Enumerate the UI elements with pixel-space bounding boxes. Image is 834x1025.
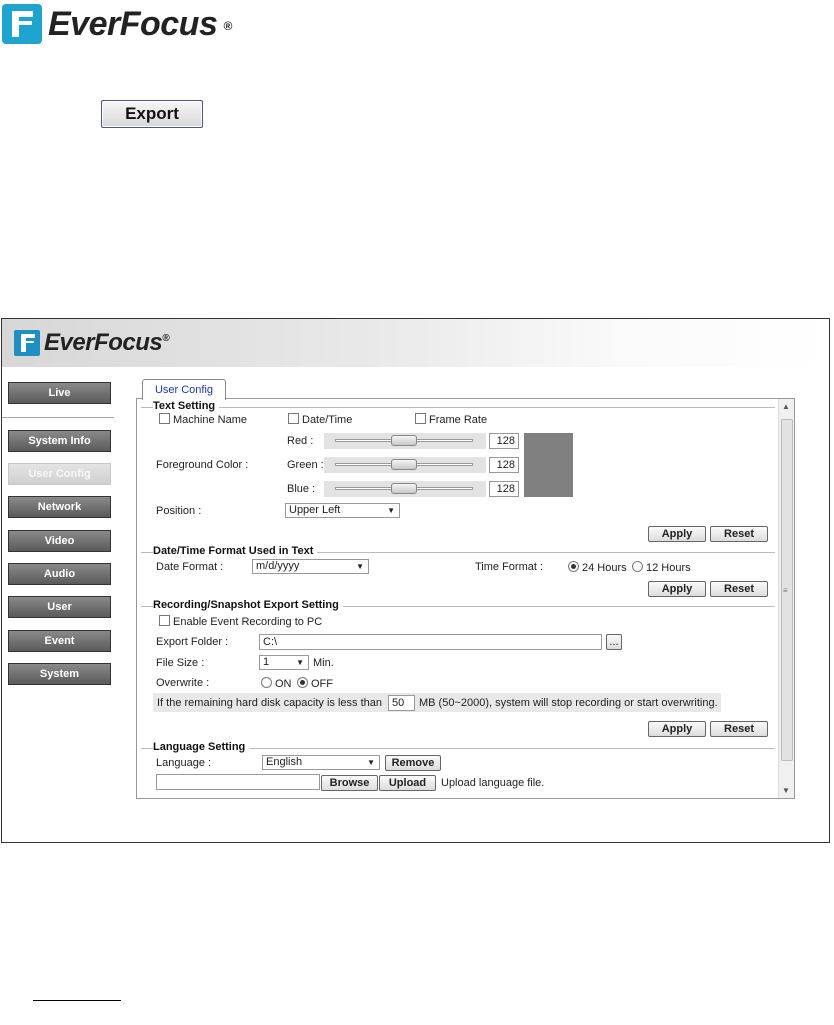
machine-name-option[interactable]: Machine Name xyxy=(159,413,247,426)
language-label: Language : xyxy=(156,757,212,769)
time-format-label: Time Format : xyxy=(475,561,544,573)
sidebar-divider xyxy=(2,417,114,418)
settings-panel: ▲ ≡ ▼ Text Setting Machine Name Date/Tim… xyxy=(136,398,795,799)
sidebar-item-user[interactable]: User xyxy=(8,596,111,618)
brand-registered-mark: ® xyxy=(223,19,232,33)
vertical-scrollbar[interactable]: ▲ ≡ ▼ xyxy=(778,399,794,798)
overwrite-on-radio[interactable] xyxy=(261,677,272,688)
frame-rate-checkbox[interactable] xyxy=(415,413,426,424)
language-upload-button[interactable]: Upload xyxy=(379,775,436,791)
window-header: EverFocus® xyxy=(2,319,829,367)
red-value-input[interactable]: 128 xyxy=(489,433,519,449)
text-setting-apply-button[interactable]: Apply xyxy=(648,526,706,542)
language-browse-button[interactable]: Browse xyxy=(321,775,378,791)
header-brand-name: EverFocus® xyxy=(44,329,170,356)
brand-name: EverFocus xyxy=(48,4,218,43)
scroll-down-icon[interactable]: ▼ xyxy=(782,786,790,795)
chevron-down-icon: ▼ xyxy=(356,562,364,571)
folder-browse-button[interactable]: ... xyxy=(606,634,622,650)
overwrite-off-radio[interactable] xyxy=(297,677,308,688)
overwrite-on-option[interactable]: ON xyxy=(261,677,292,690)
sidebar-item-user-config[interactable]: User Config xyxy=(8,463,111,485)
datetime-format-title: Date/Time Format Used in Text xyxy=(153,545,318,557)
green-slider-thumb[interactable] xyxy=(391,459,417,470)
chevron-down-icon: ▼ xyxy=(387,506,395,515)
overwrite-off-option[interactable]: OFF xyxy=(297,677,333,690)
recording-apply-button[interactable]: Apply xyxy=(648,721,706,737)
sidebar-item-audio[interactable]: Audio xyxy=(8,563,111,585)
sidebar-item-event[interactable]: Event xyxy=(8,630,111,652)
time-format-24-option[interactable]: 24 Hours xyxy=(568,561,627,574)
everfocus-logo: EverFocus ® xyxy=(0,2,232,46)
capacity-threshold-input[interactable]: 50 xyxy=(388,695,415,711)
user-config-window: EverFocus® Live System Info User Config … xyxy=(1,318,830,843)
datetime-apply-button[interactable]: Apply xyxy=(648,581,706,597)
sidebar-item-system[interactable]: System xyxy=(8,663,111,685)
time-24-radio[interactable] xyxy=(568,561,579,572)
sidebar-item-video[interactable]: Video xyxy=(8,530,111,552)
section-divider xyxy=(141,407,775,408)
recording-reset-button[interactable]: Reset xyxy=(710,721,768,737)
chevron-down-icon: ▼ xyxy=(296,658,304,667)
blue-value-input[interactable]: 128 xyxy=(489,481,519,497)
blue-label: Blue : xyxy=(287,483,316,495)
text-setting-reset-button[interactable]: Reset xyxy=(710,526,768,542)
foreground-color-label: Foreground Color : xyxy=(156,459,249,471)
language-select[interactable]: English ▼ xyxy=(262,755,380,770)
file-size-unit: Min. xyxy=(313,657,334,669)
datetime-reset-button[interactable]: Reset xyxy=(710,581,768,597)
overwrite-label: Overwrite : xyxy=(156,677,210,689)
position-select[interactable]: Upper Left ▼ xyxy=(285,503,400,518)
recording-title: Recording/Snapshot Export Setting xyxy=(153,599,343,611)
date-time-option[interactable]: Date/Time xyxy=(288,413,352,426)
language-file-input[interactable] xyxy=(156,774,320,790)
everfocus-logo-icon xyxy=(2,4,42,44)
time-12-radio[interactable] xyxy=(632,561,643,572)
date-format-label: Date Format : xyxy=(156,561,224,573)
sidebar-item-live[interactable]: Live xyxy=(8,382,111,404)
position-label: Position : xyxy=(156,505,202,517)
machine-name-checkbox[interactable] xyxy=(159,413,170,424)
export-folder-input[interactable]: C:\ xyxy=(259,634,602,650)
header-logo: EverFocus® xyxy=(14,329,170,357)
everfocus-logo-icon xyxy=(14,330,40,356)
footnote-divider xyxy=(33,1000,121,1001)
color-preview-swatch xyxy=(524,433,573,497)
text-setting-title: Text Setting xyxy=(153,400,220,412)
red-label: Red : xyxy=(287,435,314,447)
export-button[interactable]: Export xyxy=(101,100,203,128)
capacity-hint-suffix: MB (50~2000), system will stop recording… xyxy=(419,697,718,709)
upload-language-hint: Upload language file. xyxy=(441,777,545,789)
green-label: Green : xyxy=(287,459,324,471)
enable-recording-option[interactable]: Enable Event Recording to PC xyxy=(159,615,322,628)
sidebar-item-system-info[interactable]: System Info xyxy=(8,430,111,452)
scroll-grip-icon: ≡ xyxy=(783,586,788,595)
green-value-input[interactable]: 128 xyxy=(489,457,519,473)
enable-recording-checkbox[interactable] xyxy=(159,615,170,626)
red-slider-thumb[interactable] xyxy=(391,435,417,446)
file-size-select[interactable]: 1 ▼ xyxy=(259,655,309,670)
file-size-label: File Size : xyxy=(156,657,205,669)
tab-user-config[interactable]: User Config xyxy=(142,379,226,400)
capacity-hint-prefix: If the remaining hard disk capacity is l… xyxy=(157,697,383,709)
scroll-up-icon[interactable]: ▲ xyxy=(782,402,790,411)
time-format-12-option[interactable]: 12 Hours xyxy=(632,561,691,574)
date-format-select[interactable]: m/d/yyyy ▼ xyxy=(252,559,369,574)
blue-slider-thumb[interactable] xyxy=(391,483,417,494)
sidebar-item-network[interactable]: Network xyxy=(8,496,111,518)
export-folder-label: Export Folder : xyxy=(156,636,229,648)
language-title: Language Setting xyxy=(153,741,250,753)
frame-rate-option[interactable]: Frame Rate xyxy=(415,413,487,426)
date-time-checkbox[interactable] xyxy=(288,413,299,424)
chevron-down-icon: ▼ xyxy=(367,758,375,767)
language-remove-button[interactable]: Remove xyxy=(385,755,441,771)
